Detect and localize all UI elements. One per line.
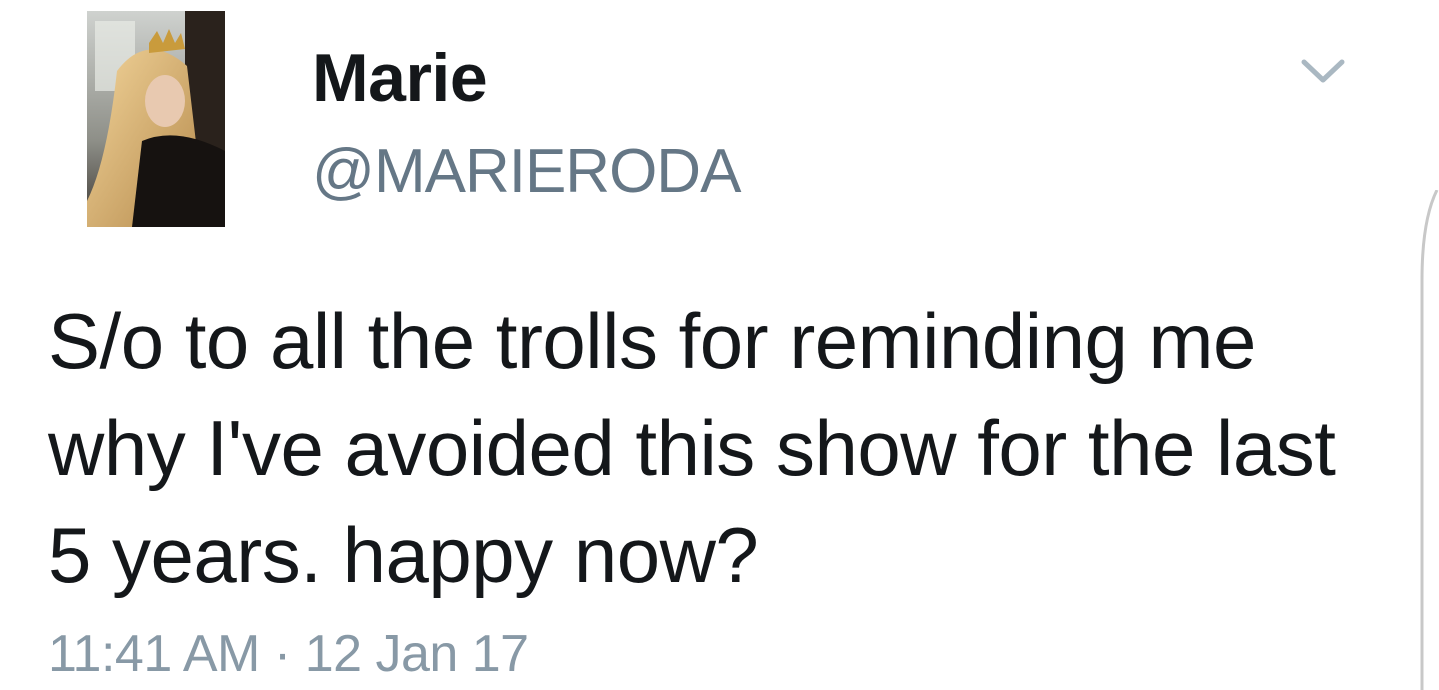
avatar[interactable] [87, 11, 225, 227]
timestamp-separator: · [273, 625, 291, 683]
display-name[interactable]: Marie [312, 38, 488, 118]
tweet-date: 12 Jan 17 [304, 625, 529, 683]
tweet-card: Marie @MARIERODA S/o to all the trolls f… [0, 0, 1439, 690]
tweet-time: 11:41 AM [48, 625, 260, 683]
edge-divider [1420, 190, 1439, 690]
tweet-text: S/o to all the trolls for reminding me w… [48, 297, 1336, 599]
profile-photo [87, 11, 225, 227]
tweet-timestamp[interactable]: 11:41 AM · 12 Jan 17 [48, 620, 529, 688]
chevron-down-icon[interactable] [1296, 52, 1350, 90]
user-handle[interactable]: @MARIERODA [312, 136, 741, 208]
